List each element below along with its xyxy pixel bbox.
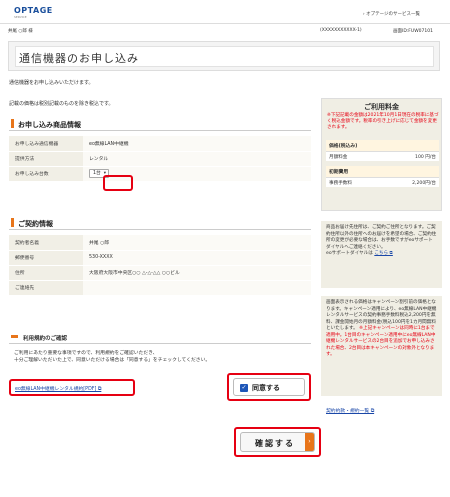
price-value: 100 円/台	[415, 155, 436, 160]
price-key: 月額料金	[329, 155, 348, 160]
page-lead: 通信機器をお申し込みいただけます。	[9, 80, 94, 86]
highlight-agree	[227, 373, 311, 401]
row-label: ご連絡先	[9, 280, 83, 296]
price-panel: ご利用料金 ※下記記載の金額は2021年10月1日現在の税率に基づく税込金額です…	[321, 98, 442, 211]
price-panel-title: ご利用料金	[364, 103, 399, 111]
terms-list-link[interactable]: 契約約款・規約一覧 ⧉	[326, 407, 374, 414]
table-row: 契約者名義 井尾 ○郎	[9, 235, 311, 251]
price-value: 2,200円/台	[412, 181, 436, 186]
row-value: eo無線LAN中継機	[83, 136, 311, 152]
terms-text-line: ご利用にあたり重要な事項ですので、利用規約をご確認いただき、	[14, 351, 158, 356]
row-label: 住所	[9, 265, 83, 281]
terms-text-line: 十分ご理解いただいた上で、同意いただける場合は「同意する」をチェックしてください…	[14, 358, 211, 363]
row-label: 郵便番号	[9, 250, 83, 266]
product-section: お申し込み商品情報 お申し込み通信機器 eo無線LAN中継機 提供方法 レンタル…	[9, 117, 311, 182]
heading-accent	[11, 218, 14, 227]
price-row: 月額料金 100 円/台	[326, 152, 439, 161]
user-name: 井尾 ○郎 様	[8, 29, 33, 34]
contract-table: 契約者名義 井尾 ○郎 郵便番号 530-XXXX 住所 大阪府大阪市中央区○○…	[9, 235, 311, 296]
logo-text: OPTAGE	[14, 6, 53, 15]
screen-id: 画面ID:FUW07101	[393, 29, 433, 34]
highlight-pdf-link	[9, 379, 135, 396]
contract-heading-text: ご契約情報	[18, 220, 53, 228]
row-label: お申し込み通信機器	[9, 136, 83, 152]
row-label: お申し込み台数	[9, 166, 83, 182]
terms-heading: 利用規約のご確認	[9, 332, 311, 344]
table-row: お申し込み台数 1台 ▾	[9, 166, 311, 182]
row-label: 契約者名義	[9, 235, 83, 251]
price-groups: 価格(税込み) 月額料金 100 円/台 初期費用 事務手数料 2,200円/台	[326, 140, 439, 187]
shipping-note: 商品お届け先住所は、ご契約ご住所となります。ご契約住所以外の住所へのお届けを希望…	[321, 221, 442, 288]
site-header: OPTAGE SERVICE › オプテージのサービス一覧	[0, 0, 450, 24]
user-info-bar: 井尾 ○郎 様 (XXXXXXXXXXX-1) 画面ID:FUW07101	[0, 26, 450, 36]
heading-accent	[11, 119, 14, 128]
row-value: レンタル	[83, 151, 311, 167]
highlight-quantity	[103, 175, 133, 191]
row-value: 530-XXXX	[83, 250, 311, 266]
terms-heading-text: 利用規約のご確認	[23, 336, 68, 342]
price-group-title: 初期費用	[326, 166, 439, 178]
page-title-box: 通信機器のお申し込み	[8, 41, 440, 71]
quantity-value: 1台	[93, 171, 101, 176]
table-row: 提供方法 レンタル	[9, 151, 311, 167]
contract-section: ご契約情報 契約者名義 井尾 ○郎 郵便番号 530-XXXX 住所 大阪府大阪…	[9, 216, 311, 296]
shipping-text: 商品お届け先住所は、ご契約ご住所となります。ご契約住所以外の住所へのお届けを希望…	[326, 225, 437, 250]
price-row: 事務手数料 2,200円/台	[326, 178, 439, 187]
row-value: 井尾 ○郎	[83, 235, 311, 251]
optage-logo[interactable]: OPTAGE SERVICE	[14, 6, 56, 20]
customer-code: (XXXXXXXXXXX-1)	[320, 28, 362, 33]
table-row: お申し込み通信機器 eo無線LAN中継機	[9, 136, 311, 152]
row-value: 大阪府大阪市中央区○○ △-△-△△ ○○ビル	[83, 265, 311, 281]
tax-note: 記載の価格は税別記載のものを除き税込です。	[9, 101, 114, 107]
support-dial-link[interactable]: こちら ⧉	[374, 251, 393, 256]
price-group-title: 価格(税込み)	[326, 140, 439, 152]
price-key: 事務手数料	[329, 181, 352, 186]
table-row: 住所 大阪府大阪市中央区○○ △-△-△△ ○○ビル	[9, 265, 311, 281]
row-label: 提供方法	[9, 151, 83, 167]
logo-subtext: SERVICE	[14, 15, 27, 19]
service-list-link[interactable]: › オプテージのサービス一覧	[363, 11, 420, 17]
product-section-heading: お申し込み商品情報	[9, 117, 311, 131]
table-row: 郵便番号 530-XXXX	[9, 250, 311, 266]
heading-accent	[11, 335, 18, 338]
terms-description: ご利用にあたり重要な事項ですので、利用規約をご確認いただき、 十分ご理解いただい…	[14, 350, 309, 364]
table-row: ご連絡先	[9, 280, 311, 296]
price-warning: ※下記記載の金額は2021年10月1日現在の税率に基づく税込金額です。税率の引き…	[327, 113, 439, 131]
support-dial-text: eoサポートダイヤルは	[326, 251, 373, 256]
product-table: お申し込み通信機器 eo無線LAN中継機 提供方法 レンタル お申し込み台数 1…	[9, 136, 311, 182]
page-title: 通信機器のお申し込み	[19, 52, 139, 65]
product-heading-text: お申し込み商品情報	[18, 121, 81, 129]
highlight-confirm	[234, 427, 321, 457]
row-value	[83, 280, 311, 296]
contract-section-heading: ご契約情報	[9, 216, 311, 230]
campaign-note: 画面表示される価格はキャンペーン割引前の価格となります。キャンペーン適用により、…	[321, 296, 442, 396]
